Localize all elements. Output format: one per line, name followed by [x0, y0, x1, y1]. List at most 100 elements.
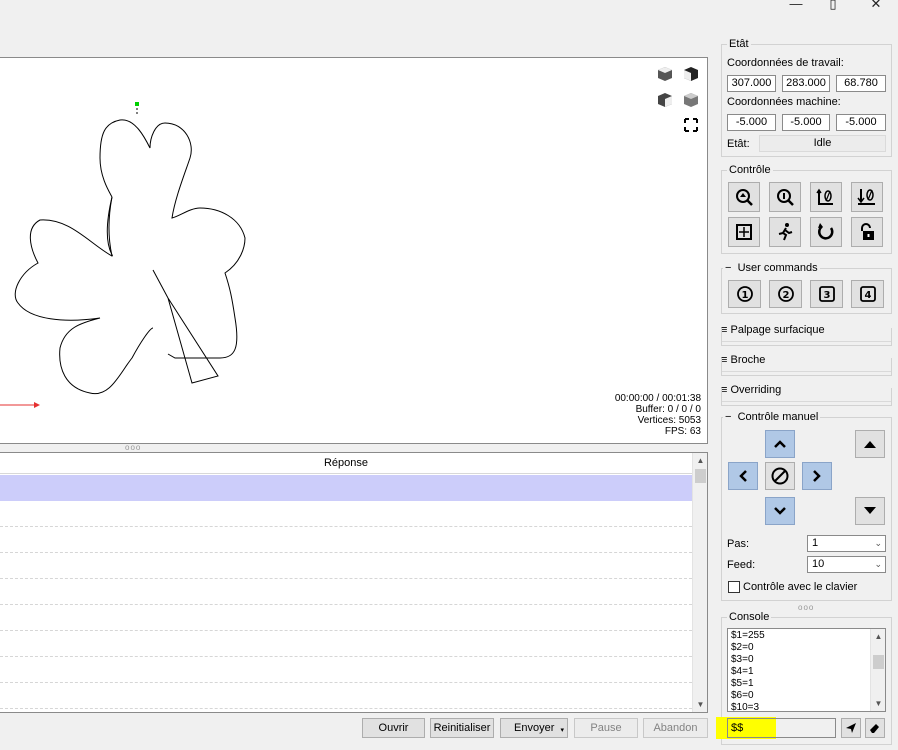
work-x: 307.000	[727, 75, 776, 92]
console-line: $4=1	[731, 666, 754, 677]
user-commands-title[interactable]: − User commands	[723, 262, 820, 274]
jog-x-plus-button[interactable]	[802, 462, 832, 490]
console-line: $6=0	[731, 690, 754, 701]
user-command-4-button[interactable]: 4	[851, 280, 884, 308]
table-row[interactable]	[0, 475, 692, 501]
scroll-thumb[interactable]	[695, 469, 706, 483]
dropdown-arrow-icon: ▾	[560, 727, 564, 734]
return-to-origin-button[interactable]	[728, 217, 760, 247]
circle-2-icon: 2	[777, 286, 794, 302]
fps-info: FPS: 63	[664, 426, 701, 437]
splitter-handle[interactable]: ooo	[125, 444, 141, 452]
section-spindle-frame	[721, 358, 892, 376]
jog-y-plus-button[interactable]	[765, 430, 795, 458]
zero-z-icon	[857, 189, 875, 205]
user-command-1-button[interactable]: 1	[728, 280, 761, 308]
console-output[interactable]: $1=255 $2=0 $3=0 $4=1 $5=1 $6=0 $10=3 ▲ …	[727, 628, 886, 712]
table-header-response[interactable]: Réponse	[0, 453, 692, 474]
machine-y: -5.000	[782, 114, 830, 131]
pause-button[interactable]: Pause	[574, 718, 638, 738]
send-command-button[interactable]	[841, 718, 861, 738]
user-command-3-button[interactable]: 3	[810, 280, 843, 308]
scroll-down-icon[interactable]: ▼	[871, 696, 885, 711]
send-label: Envoyer	[514, 722, 555, 734]
scroll-up-icon[interactable]: ▲	[693, 453, 707, 468]
table-row[interactable]	[0, 553, 692, 579]
console-command-input[interactable]: $$	[727, 718, 836, 738]
scroll-thumb[interactable]	[873, 655, 884, 669]
close-button[interactable]: ✕	[866, 0, 886, 12]
table-row[interactable]	[0, 501, 692, 527]
machine-x: -5.000	[727, 114, 776, 131]
jog-stop-button[interactable]	[765, 462, 795, 490]
jog-x-minus-button[interactable]	[728, 462, 758, 490]
buffer-info: Buffer: 0 / 0 / 0	[635, 404, 701, 415]
table-row[interactable]	[0, 631, 692, 657]
view-left-icon[interactable]	[656, 91, 674, 109]
console-line: $1=255	[731, 630, 765, 641]
minimize-button[interactable]: —	[786, 0, 806, 12]
jog-y-minus-button[interactable]	[765, 497, 795, 525]
send-button[interactable]: Envoyer ▾	[500, 718, 568, 738]
console-line: $5=1	[731, 678, 754, 689]
work-z: 68.780	[836, 75, 886, 92]
unlock-icon	[861, 223, 874, 240]
run-button[interactable]	[769, 217, 801, 247]
unlock-button[interactable]	[851, 217, 883, 247]
view-iso-icon[interactable]	[682, 91, 700, 109]
jog-title[interactable]: − Contrôle manuel	[723, 411, 821, 423]
keyboard-control-checkbox[interactable]	[728, 581, 740, 593]
table-row[interactable]	[0, 527, 692, 553]
table-scrollbar[interactable]: ▲ ▼	[692, 453, 707, 712]
user-command-1-text: 1	[741, 290, 748, 301]
step-label: Pas:	[727, 538, 750, 550]
step-select[interactable]: 1 ⌄	[807, 535, 886, 552]
triangle-up-icon	[864, 441, 876, 448]
zero-z-button[interactable]	[851, 182, 883, 212]
clear-console-button[interactable]	[865, 718, 885, 738]
feed-label: Feed:	[727, 559, 756, 571]
view-front-icon[interactable]	[682, 65, 700, 83]
jog-z-plus-button[interactable]	[855, 430, 885, 458]
jog-z-minus-button[interactable]	[855, 497, 885, 525]
fit-view-icon[interactable]	[682, 116, 700, 134]
gcode-table[interactable]: Réponse ▲ ▼	[0, 452, 708, 713]
soft-reset-button[interactable]	[810, 217, 842, 247]
stop-icon	[771, 467, 789, 485]
user-command-2-button[interactable]: 2	[769, 280, 802, 308]
section-overriding-frame	[721, 388, 892, 406]
triangle-down-icon	[864, 507, 876, 514]
console-scrollbar[interactable]: ▲ ▼	[870, 629, 885, 711]
feed-select[interactable]: 10 ⌄	[807, 556, 886, 573]
collapse-icon: −	[725, 411, 732, 423]
panel-splitter-handle[interactable]: ooo	[798, 604, 814, 612]
chevron-down-icon: ⌄	[874, 538, 882, 548]
view-top-icon[interactable]	[656, 65, 674, 83]
open-button[interactable]: Ouvrir	[362, 718, 425, 738]
section-probe-frame	[721, 328, 892, 346]
zero-xy-button[interactable]	[810, 182, 842, 212]
console-line: $3=0	[731, 654, 754, 665]
work-y: 283.000	[782, 75, 830, 92]
table-row[interactable]	[0, 579, 692, 605]
crosshair-icon	[736, 224, 752, 240]
job-time: 00:00:00 / 00:01:38	[614, 393, 701, 404]
zero-xy-search-button[interactable]	[769, 182, 801, 212]
reset-button[interactable]: Reinitialiser	[430, 718, 494, 738]
table-row[interactable]	[0, 683, 692, 709]
maximize-button[interactable]: ▯	[823, 0, 843, 12]
abort-button[interactable]: Abandon	[643, 718, 708, 738]
home-button[interactable]	[728, 182, 760, 212]
table-row[interactable]	[0, 657, 692, 683]
scroll-up-icon[interactable]: ▲	[871, 629, 885, 644]
gcode-visualizer[interactable]: 00:00:00 / 00:01:38 Buffer: 0 / 0 / 0 Ve…	[0, 57, 708, 444]
scroll-down-icon[interactable]: ▼	[693, 697, 707, 712]
status-value: Idle	[759, 135, 886, 152]
table-row[interactable]	[0, 605, 692, 631]
user-commands-label: User commands	[737, 262, 818, 274]
console-command-value: $$	[731, 722, 744, 734]
user-command-2-text: 2	[782, 290, 789, 301]
keyboard-control-label: Contrôle avec le clavier	[743, 581, 858, 593]
zero-xy-icon	[816, 188, 833, 205]
toolpath-drawing	[0, 102, 246, 408]
